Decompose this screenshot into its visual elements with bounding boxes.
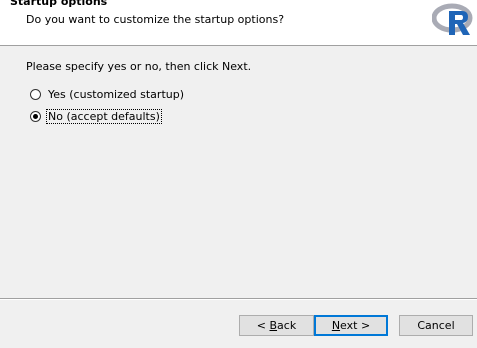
next-button-rest: ext > (340, 319, 371, 332)
page-title: Startup options (10, 0, 108, 8)
radio-button-no[interactable] (30, 110, 41, 122)
r-logo-icon (432, 3, 473, 35)
back-button[interactable]: < Back (239, 315, 314, 336)
next-button[interactable]: Next > (314, 315, 388, 336)
instruction-text: Please specify yes or no, then click Nex… (26, 60, 252, 73)
radio-button-yes[interactable] (30, 88, 41, 100)
radio-label-yes[interactable]: Yes (customized startup) (47, 88, 185, 101)
back-button-rest: ack (277, 319, 297, 332)
cancel-button[interactable]: Cancel (399, 315, 473, 336)
radio-label-no[interactable]: No (accept defaults) (46, 108, 162, 124)
back-button-prefix: < (256, 319, 270, 332)
next-button-mnemonic: N (331, 319, 341, 332)
footer-divider (0, 298, 477, 300)
radio-no-defaults[interactable]: No (accept defaults) (30, 108, 162, 124)
radio-yes-customized[interactable]: Yes (customized startup) (30, 86, 185, 102)
page-subtitle: Do you want to customize the startup opt… (26, 13, 285, 26)
wizard-header: Startup options Do you want to customize… (0, 0, 477, 46)
wizard-content: Please specify yes or no, then click Nex… (0, 46, 477, 298)
back-button-mnemonic: B (269, 319, 278, 332)
